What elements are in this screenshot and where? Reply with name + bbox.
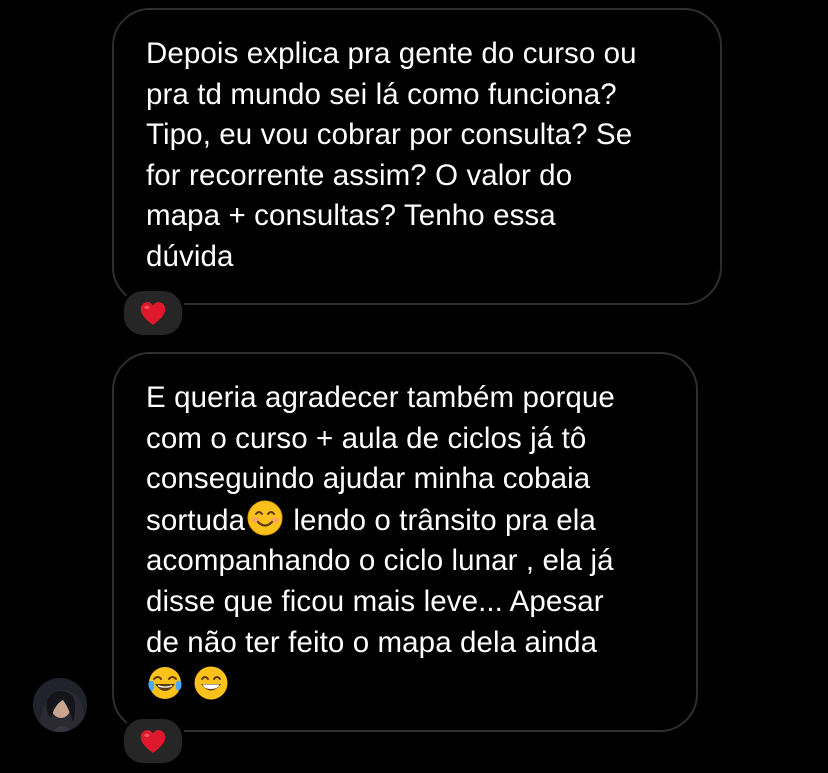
message-text: E queria agradecer também porque com o c… (146, 378, 666, 663)
message-bubble-received[interactable]: Depois explica pra gente do curso ou pra… (112, 8, 722, 305)
reaction-badge[interactable] (121, 288, 185, 338)
reaction-badge[interactable] (121, 716, 185, 766)
avatar-photo (33, 678, 87, 732)
heart-reaction-icon (140, 730, 166, 753)
grinning-face-icon (194, 666, 228, 700)
message-text: Depois explica pra gente do curso ou pra… (146, 37, 637, 273)
sender-avatar[interactable] (33, 678, 87, 732)
tears-of-joy-icon (148, 667, 182, 700)
smiling-face-icon (247, 500, 283, 536)
heart-reaction-icon (140, 302, 166, 325)
emoji-row (146, 663, 666, 703)
message-bubble-received[interactable]: E queria agradecer também porque com o c… (112, 352, 698, 732)
